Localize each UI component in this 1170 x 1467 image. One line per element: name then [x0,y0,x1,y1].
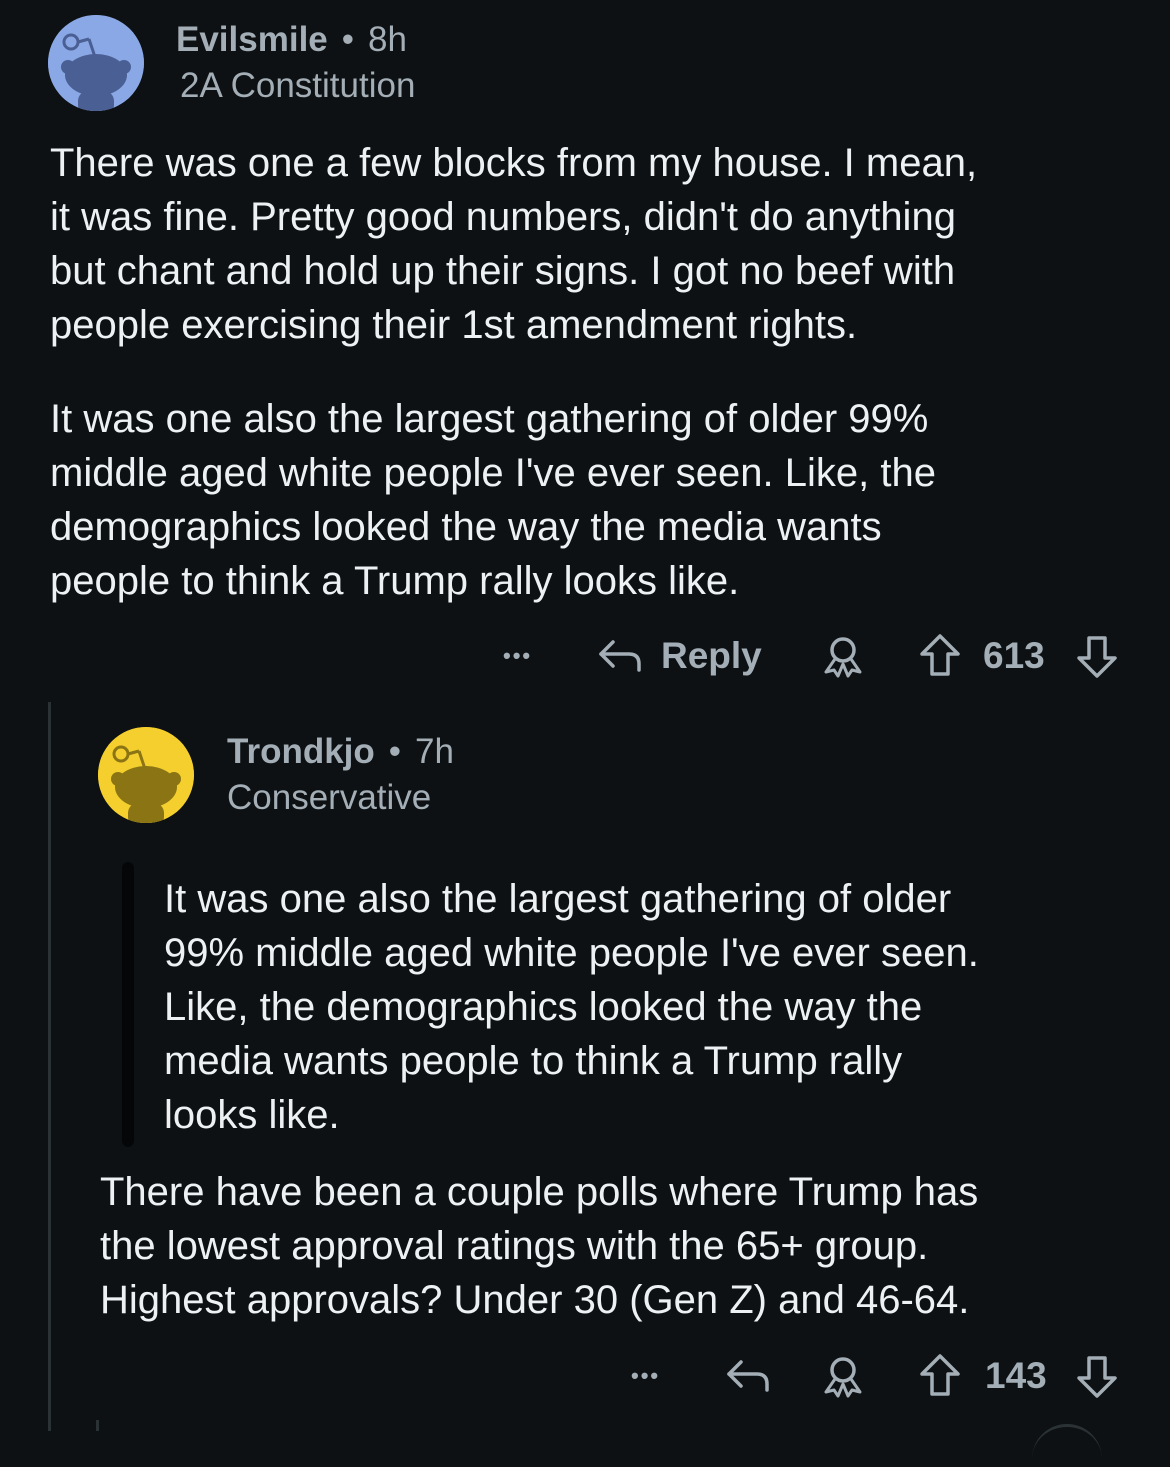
user-flair: Conservative [227,778,432,817]
comment-paragraph: There have been a couple polls where Tru… [100,1170,979,1322]
more-options-icon: ••• [503,643,533,668]
more-options-icon: ••• [631,1363,661,1388]
comment-paragraph: There was one a few blocks from my house… [50,141,978,347]
comment-body: There have been a couple polls where Tru… [100,1165,1150,1327]
username[interactable]: Evilsmile [176,20,328,59]
comment-author[interactable]: Trondkjo • 7h [227,732,454,772]
meta-separator: • [341,20,355,59]
reply-arrow-icon [599,640,641,672]
comment-paragraph: It was one also the largest gathering of… [50,397,936,603]
user-flair: 2A Constitution [180,66,416,105]
reply-button[interactable]: Reply [597,634,762,678]
upvote-button[interactable] [918,632,962,678]
vote-count: 613 [983,635,1045,676]
comment-time: 7h [415,732,454,771]
snoo-avatar-icon [98,727,194,823]
downvote-button[interactable] [1075,634,1119,680]
upvote-button[interactable] [918,1352,962,1398]
upvote-arrow-icon [920,634,960,676]
downvote-arrow-icon [1077,1356,1117,1398]
user-avatar[interactable] [48,15,144,111]
comment-time: 8h [368,20,407,59]
user-avatar[interactable] [98,727,194,823]
downvote-button[interactable] [1075,1354,1119,1400]
reply-button[interactable] [725,1354,771,1398]
more-options-button[interactable]: ••• [503,634,532,678]
more-options-button[interactable]: ••• [631,1354,660,1398]
comment-body: There was one a few blocks from my house… [50,136,1140,608]
upvote-arrow-icon [920,1354,960,1396]
nested-thread-line[interactable] [96,1420,99,1431]
next-avatar-edge [1032,1424,1102,1467]
comment-author[interactable]: Evilsmile • 8h [176,20,407,60]
reply-arrow-icon [727,1360,769,1392]
award-button[interactable] [820,1354,866,1398]
award-icon [824,1357,862,1398]
vote-count: 143 [985,1355,1047,1396]
award-icon [824,637,862,678]
quote-paragraph: It was one also the largest gathering of… [164,877,979,1137]
username[interactable]: Trondkjo [227,732,375,771]
quoted-text: It was one also the largest gathering of… [164,872,1144,1142]
snoo-avatar-icon [48,15,144,111]
award-button[interactable] [820,634,866,678]
downvote-arrow-icon [1077,636,1117,678]
quote-bar [122,862,134,1147]
reply-label: Reply [661,635,762,676]
meta-separator: • [388,732,402,771]
thread-line[interactable] [48,702,51,1431]
